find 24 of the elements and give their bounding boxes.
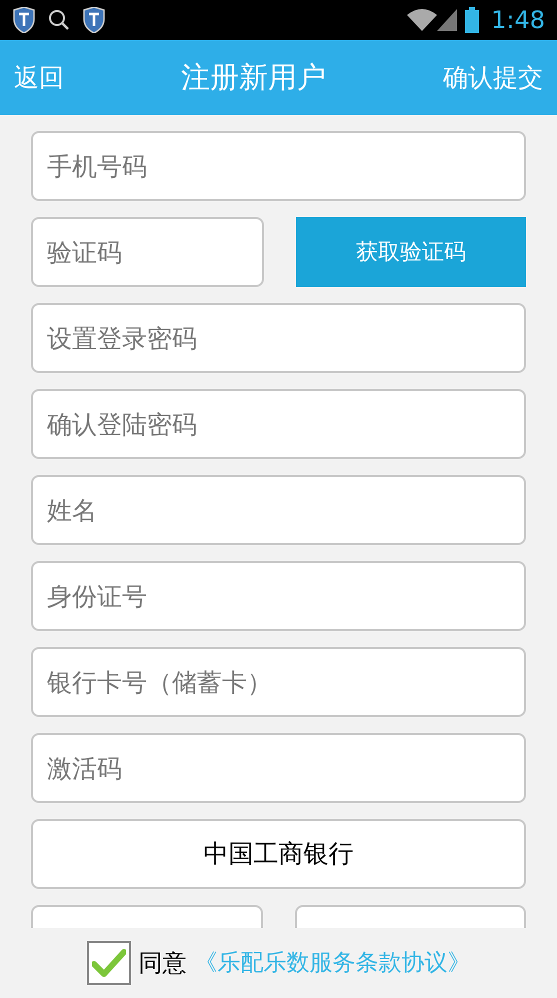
- input-field[interactable]: 姓名: [31, 475, 526, 545]
- signal-icon: [437, 9, 458, 31]
- input-field[interactable]: 激活码: [31, 733, 526, 803]
- input-field[interactable]: 身份证号: [31, 561, 526, 631]
- search-icon: [48, 9, 70, 31]
- wifi-icon: [407, 9, 438, 31]
- submit-button[interactable]: 确认提交: [443, 58, 543, 96]
- shield-icon: [12, 7, 36, 33]
- input-field[interactable]: 银行卡号（储蓄卡）: [31, 647, 526, 717]
- back-button[interactable]: 返回: [14, 58, 64, 96]
- battery-icon: [465, 7, 480, 33]
- shield-icon: [82, 7, 106, 33]
- checkmark-icon: [92, 949, 126, 977]
- code-field[interactable]: 验证码: [31, 217, 264, 287]
- bank-selector[interactable]: 中国工商银行: [31, 819, 526, 889]
- terms-link[interactable]: 《乐配乐数服务条款协议》: [194, 946, 470, 980]
- agree-label: 同意: [138, 948, 186, 979]
- input-field[interactable]: 确认登陆密码: [31, 389, 526, 459]
- input-field[interactable]: 手机号码: [31, 131, 526, 201]
- get-code-button[interactable]: 获取验证码: [296, 217, 526, 287]
- page-title: 注册新用户: [181, 58, 326, 96]
- agree-checkbox[interactable]: [86, 941, 130, 985]
- clock: 1:48: [491, 5, 545, 36]
- input-field[interactable]: 设置登录密码: [31, 303, 526, 373]
